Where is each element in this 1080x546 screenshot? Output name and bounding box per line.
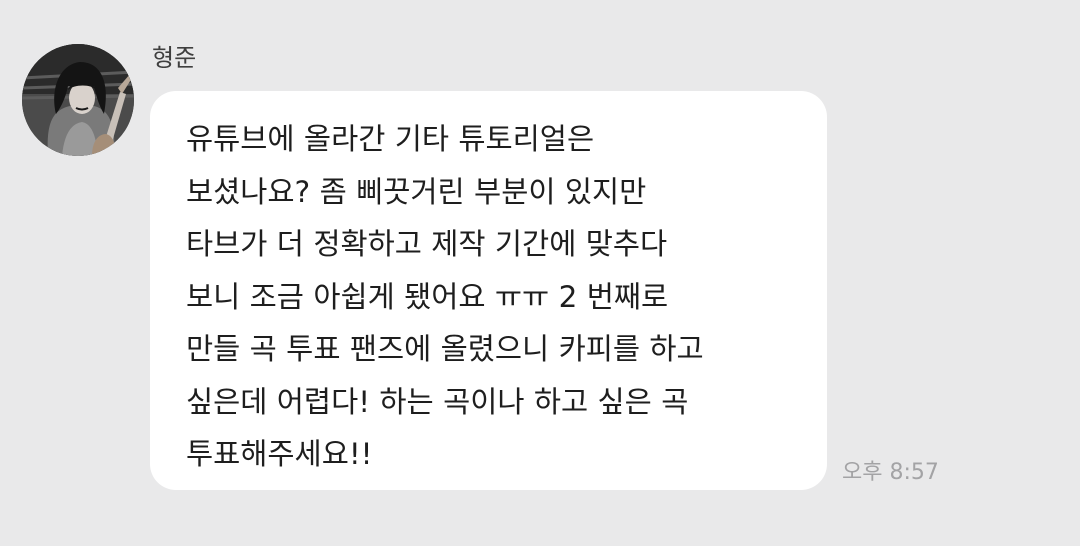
message-bubble[interactable]: 유튜브에 올라간 기타 튜토리얼은 보셨나요? 좀 삐끗거린 부분이 있지만 타… xyxy=(150,91,827,490)
message-text-line: 만들 곡 투표 팬즈에 올렸으니 카피를 하고 xyxy=(186,332,704,366)
message-text-line: 유튜브에 올라간 기타 튜토리얼은 xyxy=(186,122,595,156)
sender-avatar[interactable] xyxy=(22,44,134,156)
message-text-line: 투표해주세요!! xyxy=(186,437,373,471)
message-text-line: 보셨나요? 좀 삐끗거린 부분이 있지만 xyxy=(186,174,647,209)
sender-name: 형준 xyxy=(152,44,197,72)
message-timestamp: 오후 8:57 xyxy=(842,460,939,485)
message-text-line: 보니 조금 아쉽게 됐어요 ㅠㅠ 2 번째로 xyxy=(186,279,669,314)
message-text-line: 타브가 더 정확하고 제작 기간에 맞추다 xyxy=(186,227,668,261)
avatar-photo-icon xyxy=(22,44,134,156)
message-text-line: 싶은데 어렵다! 하는 곡이나 하고 싶은 곡 xyxy=(186,384,689,419)
